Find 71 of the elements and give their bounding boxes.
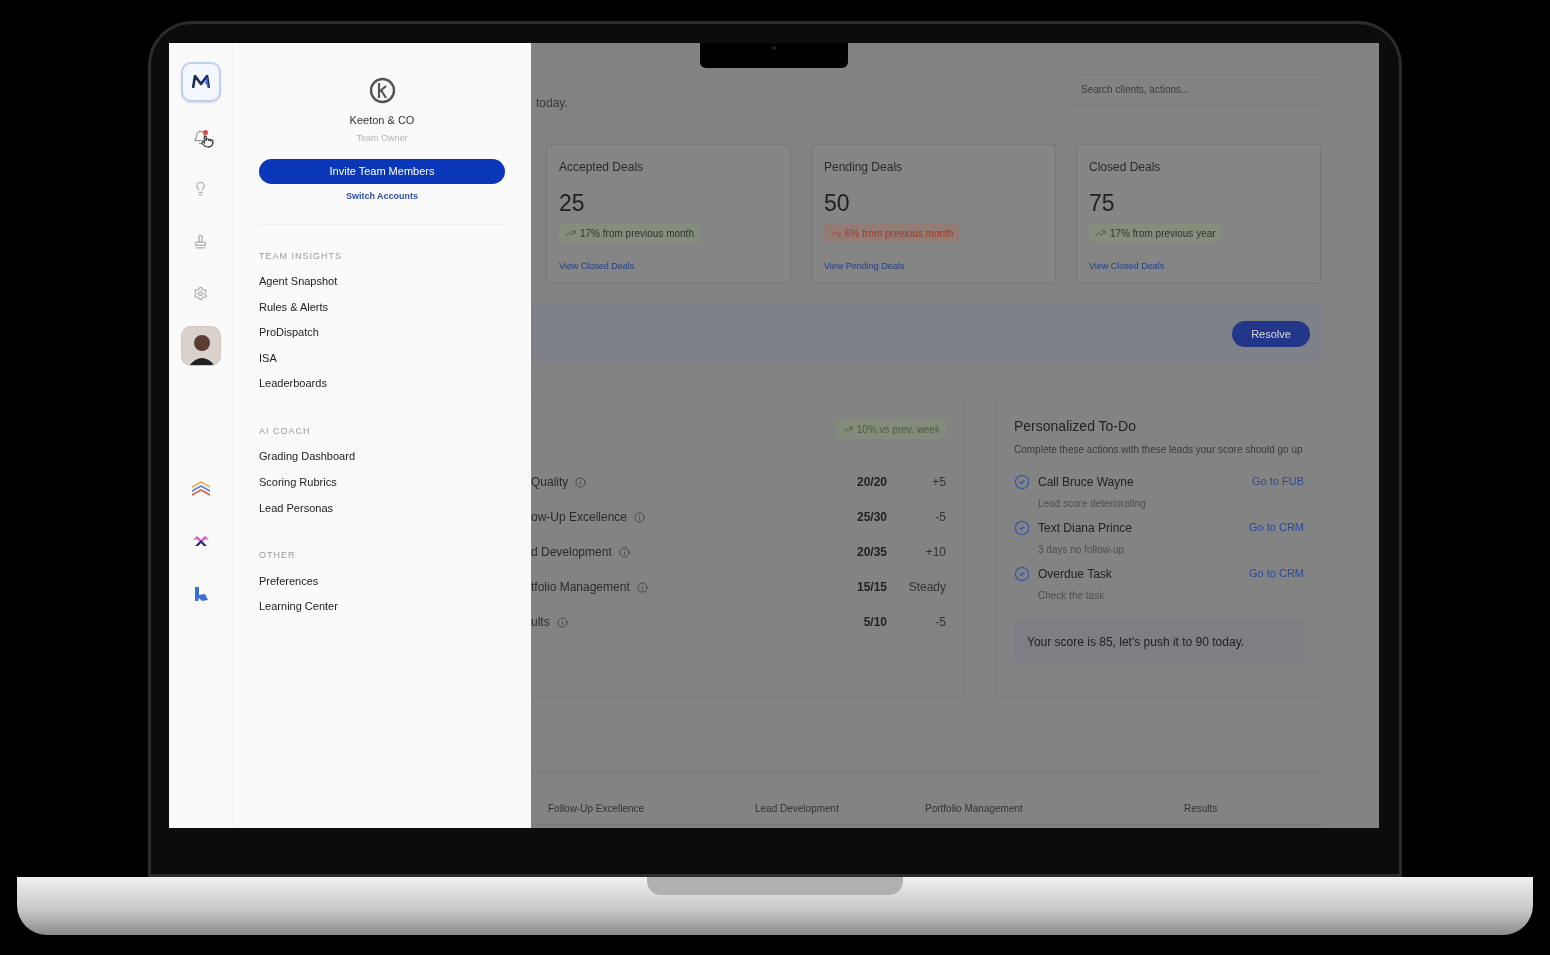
category-label: d Development	[531, 544, 612, 561]
menu-item[interactable]: ProDispatch	[259, 325, 319, 340]
invite-button[interactable]: Invite Team Members	[259, 159, 505, 184]
score-value: 20/20	[855, 474, 887, 491]
menu-item[interactable]: Preferences	[259, 573, 319, 589]
category-label: ults	[531, 614, 550, 631]
menu-item[interactable]: Lead Personas	[259, 500, 333, 516]
rail-button[interactable]	[180, 62, 221, 102]
score-value: 20/35	[855, 544, 887, 561]
greeting-text: today.	[536, 96, 568, 111]
pointer-cursor-icon	[201, 134, 214, 148]
info-icon	[556, 616, 568, 628]
company-logo	[368, 77, 396, 104]
avatar[interactable]	[180, 326, 221, 366]
score-delta: -5	[934, 614, 946, 631]
resolve-button[interactable]: Resolve	[1232, 321, 1310, 347]
trend-badge: 10% vs prev. week	[835, 419, 946, 439]
menu-item[interactable]: Leaderboards	[259, 376, 327, 391]
info-icon	[618, 546, 630, 558]
check-icon[interactable]	[1014, 566, 1030, 582]
score-delta: -5	[934, 509, 946, 526]
score-delta: Steady	[907, 579, 946, 596]
menu-item[interactable]: Agent Snapshot	[259, 274, 338, 289]
score-value: 25/30	[855, 509, 887, 526]
menu-item[interactable]: ISA	[259, 350, 277, 366]
stacked-chevrons-icon	[190, 480, 211, 498]
info-icon	[636, 581, 648, 593]
info-icon	[634, 511, 646, 523]
search-field[interactable]: Search clients, actions...	[1074, 74, 1321, 105]
card-title: Pending Deals	[824, 159, 903, 176]
account-name: Keeton & CO	[349, 113, 415, 128]
card-title: Closed Deals	[1089, 159, 1161, 176]
wing-logo-icon	[191, 535, 210, 547]
menu-item[interactable]: Learning Center	[259, 599, 338, 614]
score-message: Your score is 85, let's push it to 90 today.	[1014, 620, 1304, 663]
change-badge: 6% from previous month	[824, 224, 960, 242]
menu-item[interactable]: Rules & Alerts	[259, 299, 329, 315]
lightbulb-icon	[193, 180, 208, 196]
todo-description: Complete these actions with these leads your score should go up	[1014, 443, 1304, 457]
switch-accounts-link[interactable]: Switch Accounts	[345, 190, 419, 204]
section-heading: OTHER	[259, 549, 297, 563]
section-heading: TEAM INSIGHTS	[259, 249, 343, 263]
score-delta: +10	[924, 544, 946, 561]
category-label: ow-Up Excellence	[531, 509, 628, 526]
menu-item[interactable]: Grading Dashboard	[259, 449, 355, 465]
change-badge: 17% from previous year	[1089, 224, 1222, 242]
account-role: Team Owner	[356, 131, 408, 145]
card-value: 25	[559, 190, 585, 216]
k-logo-icon	[192, 586, 209, 602]
category-label: tfolio Management	[531, 579, 630, 596]
score-value: 5/10	[862, 614, 887, 631]
check-icon[interactable]	[1014, 520, 1030, 536]
task-title: Call Bruce Wayne	[1038, 474, 1135, 491]
change-badge: 17% from previous month	[559, 224, 700, 242]
menu-item[interactable]: Scoring Rubrics	[259, 475, 337, 490]
score-delta: +5	[931, 474, 946, 491]
score-value: 15/15	[855, 579, 887, 596]
card-value: 75	[1089, 190, 1115, 216]
info-icon	[575, 476, 587, 488]
card-title: Accepted Deals	[559, 159, 644, 176]
task-title: Text Diana Prince	[1038, 520, 1133, 537]
section-heading: AI COACH	[259, 424, 312, 438]
category-label: Quality	[531, 474, 569, 491]
bell-icon	[193, 129, 208, 145]
stamp-icon	[193, 233, 208, 249]
check-icon[interactable]	[1014, 474, 1030, 490]
card-value: 50	[824, 190, 850, 216]
todo-title: Personalized To-Do	[1014, 417, 1137, 436]
settings-icon	[193, 285, 208, 301]
logo-icon	[191, 75, 210, 89]
task-title: Overdue Task	[1038, 566, 1112, 583]
